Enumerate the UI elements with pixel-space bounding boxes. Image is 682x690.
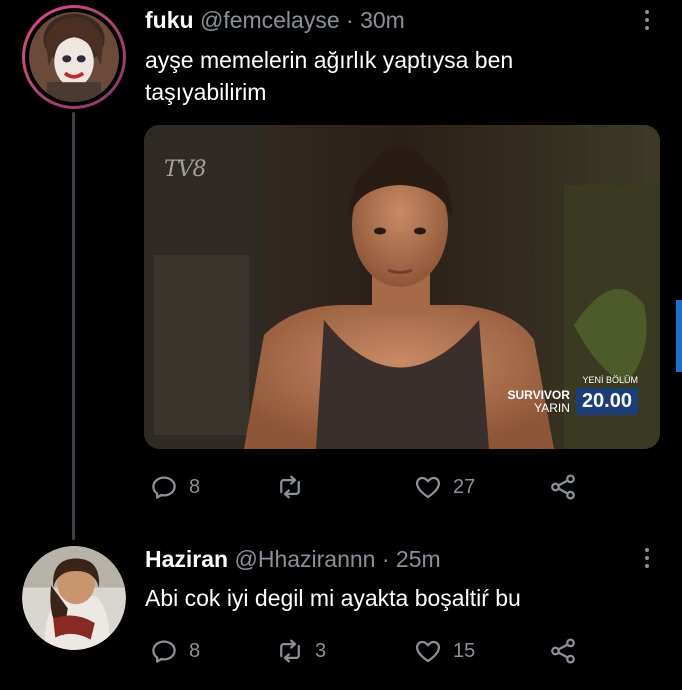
share-button[interactable] — [548, 636, 578, 666]
like-button[interactable]: 15 — [413, 636, 475, 666]
display-name[interactable]: Haziran — [145, 546, 228, 572]
like-count: 15 — [453, 639, 476, 662]
retweet-button[interactable]: 3 — [275, 636, 326, 666]
more-vertical-icon[interactable] — [642, 10, 652, 30]
tweet-text-line: taşıyabilirim — [145, 79, 267, 105]
timestamp[interactable]: 25m — [396, 546, 441, 572]
display-name[interactable]: fuku — [145, 7, 194, 33]
tweet-actions: 8 3 15 — [145, 636, 585, 670]
heart-icon — [415, 640, 441, 663]
retweet-button[interactable] — [275, 472, 315, 502]
tweet[interactable]: Haziran @Hhazirannn · 25m Abi cok iyi de… — [0, 530, 682, 690]
share-icon — [551, 474, 575, 500]
reply-icon — [152, 476, 176, 499]
reply-count: 8 — [189, 639, 201, 662]
channel-logo: TV8 — [164, 157, 207, 182]
timestamp[interactable]: 30m — [360, 7, 405, 33]
tweet-text: Abi cok iyi degil mi ayakta boşaltiŕ bu — [145, 582, 645, 614]
avatar-image — [29, 12, 119, 102]
like-button[interactable]: 27 — [413, 472, 475, 502]
retweet-icon — [280, 475, 300, 499]
user-handle[interactable]: @femcelayse — [200, 7, 340, 33]
retweet-count: 3 — [315, 639, 327, 662]
tweet-header: fuku @femcelayse · 30m — [145, 5, 405, 35]
tweet-media-image[interactable]: TV8 YENİ BÖLÜM SURVIVOR YARIN 20.00 — [144, 125, 660, 449]
reply-button[interactable]: 8 — [149, 636, 200, 666]
reply-icon — [152, 640, 176, 663]
tweet[interactable]: fuku @femcelayse · 30m ayşe memelerin ağ… — [0, 0, 682, 530]
promo-brand: SURVIVOR — [507, 387, 570, 402]
avatar[interactable] — [22, 546, 126, 650]
heart-icon — [415, 476, 441, 499]
share-button[interactable] — [548, 472, 578, 502]
avatar-image — [22, 546, 126, 650]
reply-count: 8 — [189, 475, 201, 498]
share-icon — [551, 638, 575, 664]
promo-overlay: YENİ BÖLÜM SURVIVOR YARIN 20.00 — [507, 375, 638, 415]
more-vertical-icon[interactable] — [642, 548, 652, 568]
reply-button[interactable]: 8 — [149, 472, 200, 502]
tweet-text-line: Abi cok iyi degil mi ayakta boşaltiŕ bu — [145, 585, 521, 611]
promo-time: 20.00 — [575, 388, 638, 415]
separator-dot: · — [346, 7, 354, 33]
promo-subtitle: YENİ BÖLÜM — [582, 375, 638, 385]
user-handle[interactable]: @Hhazirannn — [234, 546, 375, 572]
like-count: 27 — [453, 475, 476, 498]
retweet-icon — [280, 639, 300, 663]
promo-day: YARIN — [534, 400, 570, 415]
tweet-actions: 8 27 — [145, 472, 585, 506]
avatar[interactable] — [22, 5, 126, 109]
separator-dot: · — [381, 546, 390, 572]
tweet-text-line: ayşe memelerin ağırlık yaptıysa ben — [145, 47, 514, 73]
tweet-header: Haziran @Hhazirannn · 25m — [145, 544, 441, 574]
tweet-text: ayşe memelerin ağırlık yaptıysa ben taşı… — [145, 44, 645, 108]
